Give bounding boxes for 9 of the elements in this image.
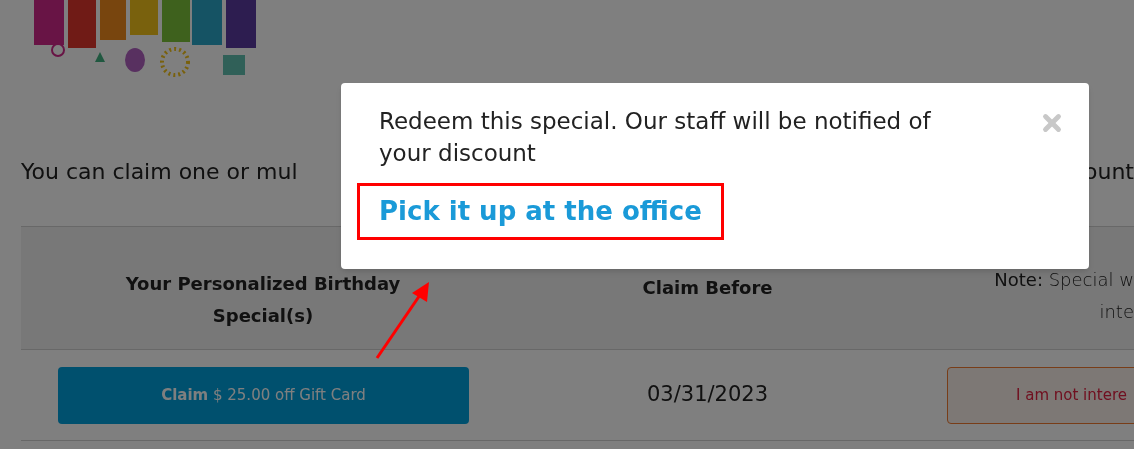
decline-button[interactable]: I am not intere [947, 366, 1134, 424]
column-header: Claim Before [642, 276, 773, 300]
table-cell-text: 03/31/2023 [646, 381, 768, 409]
intro-text: You can claim one or mul [21, 158, 298, 186]
column-header: Note: Special w inte [994, 268, 1134, 324]
modal-message: Redeem this special. Our staff will be notified of your discount [379, 107, 932, 168]
column-header: Your Personalized Birthday Special(s) [124, 272, 402, 328]
claim-button[interactable]: Claim $ 25.00 off Gift Card [58, 366, 469, 424]
pickup-link[interactable]: Pick it up at the office [379, 196, 702, 226]
